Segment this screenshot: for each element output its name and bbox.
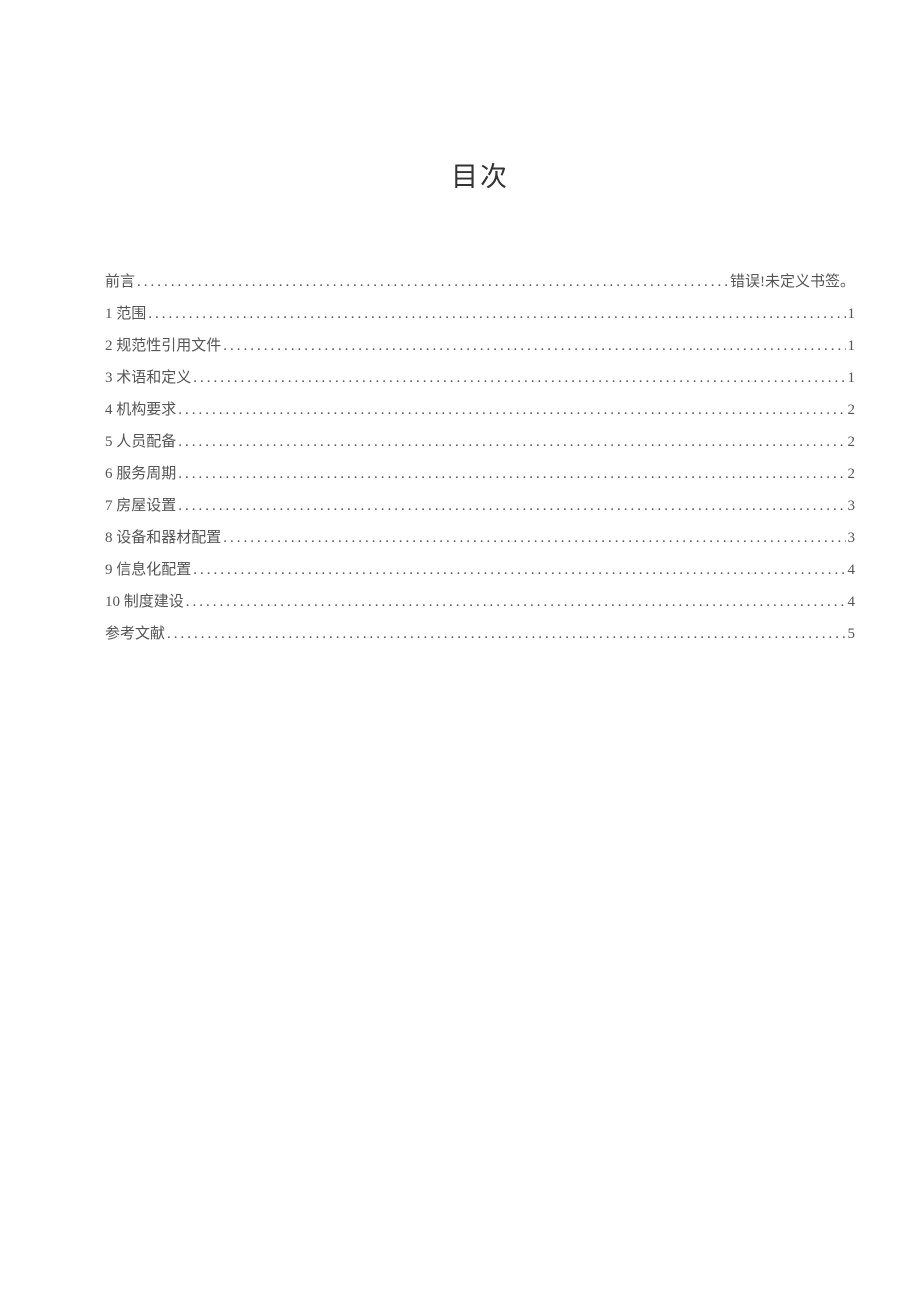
toc-entry: 前言 错误!未定义书签。	[105, 266, 855, 298]
toc-list: 前言 错误!未定义书签。 1 范围 1 2 规范性引用文件 1 3 术语和定义 …	[105, 266, 855, 650]
toc-page: 2	[848, 426, 856, 458]
toc-page: 1	[848, 298, 856, 330]
toc-label: 8 设备和器材配置	[105, 522, 221, 554]
toc-leader	[137, 266, 728, 298]
toc-leader	[178, 458, 845, 490]
toc-entry: 8 设备和器材配置 3	[105, 522, 855, 554]
toc-label: 9 信息化配置	[105, 554, 191, 586]
toc-label: 7 房屋设置	[105, 490, 176, 522]
toc-page: 4	[848, 586, 856, 618]
toc-entry: 6 服务周期 2	[105, 458, 855, 490]
toc-leader	[178, 426, 845, 458]
toc-entry: 1 范围 1	[105, 298, 855, 330]
toc-label: 5 人员配备	[105, 426, 176, 458]
toc-page: 3	[848, 522, 856, 554]
toc-page: 5	[848, 618, 856, 650]
toc-leader	[148, 298, 845, 330]
toc-leader	[223, 522, 845, 554]
toc-leader	[186, 586, 846, 618]
toc-leader	[193, 362, 845, 394]
toc-label: 2 规范性引用文件	[105, 330, 221, 362]
toc-entry: 7 房屋设置 3	[105, 490, 855, 522]
toc-page: 2	[848, 394, 856, 426]
toc-entry: 4 机构要求 2	[105, 394, 855, 426]
toc-entry: 9 信息化配置 4	[105, 554, 855, 586]
toc-leader	[167, 618, 845, 650]
toc-page: 4	[848, 554, 856, 586]
toc-leader	[223, 330, 845, 362]
toc-page: 1	[848, 362, 856, 394]
toc-label: 1 范围	[105, 298, 146, 330]
toc-page: 3	[848, 490, 856, 522]
toc-label: 前言	[105, 266, 135, 298]
toc-page: 2	[848, 458, 856, 490]
toc-page: 1	[848, 330, 856, 362]
toc-label: 3 术语和定义	[105, 362, 191, 394]
toc-label: 6 服务周期	[105, 458, 176, 490]
page-container: 目次 前言 错误!未定义书签。 1 范围 1 2 规范性引用文件 1 3 术语和…	[0, 0, 920, 650]
toc-entry: 2 规范性引用文件 1	[105, 330, 855, 362]
toc-leader	[193, 554, 845, 586]
toc-leader	[178, 394, 845, 426]
toc-entry: 10 制度建设 4	[105, 586, 855, 618]
toc-title: 目次	[105, 155, 855, 194]
toc-entry: 5 人员配备 2	[105, 426, 855, 458]
toc-label: 10 制度建设	[105, 586, 184, 618]
toc-label: 参考文献	[105, 618, 165, 650]
toc-label: 4 机构要求	[105, 394, 176, 426]
toc-entry: 参考文献 5	[105, 618, 855, 650]
toc-page: 错误!未定义书签。	[730, 266, 855, 298]
toc-leader	[178, 490, 845, 522]
toc-entry: 3 术语和定义 1	[105, 362, 855, 394]
